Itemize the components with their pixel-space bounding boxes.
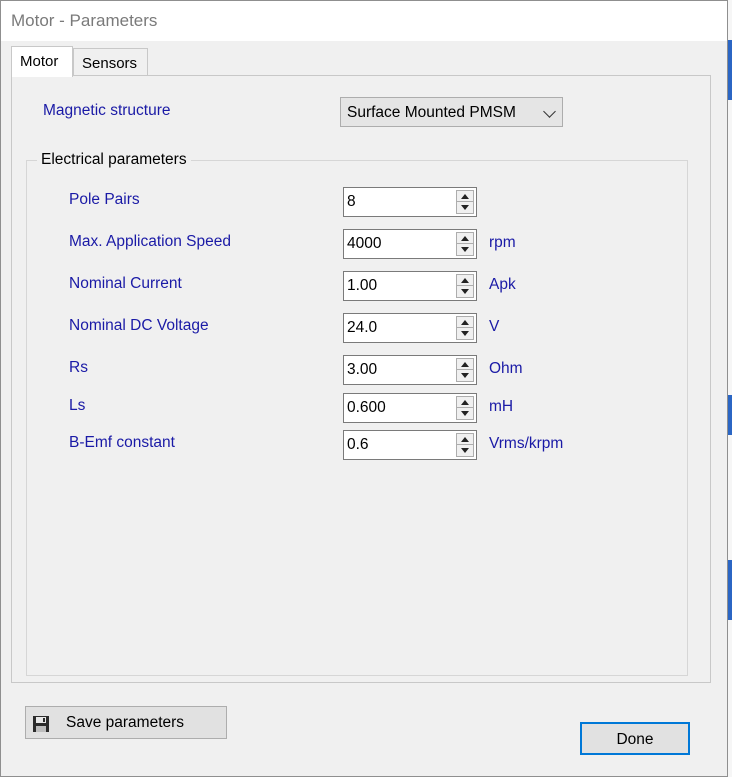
spin-up-icon[interactable] <box>457 359 473 370</box>
spinbox-value: 0.600 <box>347 399 386 416</box>
param-unit: rpm <box>489 234 516 251</box>
nominal-dc-voltage-spinbox[interactable]: 24.0 <box>343 313 477 343</box>
tab-motor-label: Motor <box>20 53 59 70</box>
save-parameters-label: Save parameters <box>66 714 185 731</box>
param-row-ls: Ls 0.600 mH <box>27 393 687 423</box>
tab-sensors-label: Sensors <box>82 55 138 72</box>
floppy-disk-icon <box>33 716 49 732</box>
background-window-strip <box>728 0 732 777</box>
param-label: Ls <box>69 397 86 414</box>
spin-down-icon[interactable] <box>457 286 473 297</box>
spin-down-icon[interactable] <box>457 328 473 339</box>
param-unit: Apk <box>489 276 516 293</box>
spin-up-icon[interactable] <box>457 191 473 202</box>
bemf-constant-spinbox[interactable]: 0.6 <box>343 430 477 460</box>
spinbox-buttons <box>456 232 474 256</box>
spin-up-icon[interactable] <box>457 317 473 328</box>
magnetic-structure-select[interactable]: Surface Mounted PMSM <box>340 97 563 127</box>
spin-up-icon[interactable] <box>457 397 473 408</box>
pole-pairs-spinbox[interactable]: 8 <box>343 187 477 217</box>
done-button[interactable]: Done <box>580 722 690 755</box>
background-window-accent <box>728 40 732 100</box>
spinbox-buttons <box>456 433 474 457</box>
window-title: Motor - Parameters <box>11 11 158 30</box>
title-bar: Motor - Parameters <box>1 1 727 41</box>
chevron-down-icon <box>543 105 556 118</box>
background-window-accent <box>728 560 732 620</box>
param-unit: Ohm <box>489 360 523 377</box>
param-row-max-speed: Max. Application Speed 4000 rpm <box>27 229 687 259</box>
param-unit: V <box>489 318 500 335</box>
param-unit: mH <box>489 398 514 415</box>
electrical-parameters-group: Electrical parameters Pole Pairs 8 Max. … <box>26 151 688 676</box>
save-parameters-button[interactable]: Save parameters <box>25 706 227 739</box>
spin-down-icon[interactable] <box>457 445 473 456</box>
max-speed-spinbox[interactable]: 4000 <box>343 229 477 259</box>
param-label: Nominal Current <box>69 275 182 292</box>
param-label: Pole Pairs <box>69 191 140 208</box>
spin-down-icon[interactable] <box>457 202 473 213</box>
param-label: Rs <box>69 359 88 376</box>
spin-up-icon[interactable] <box>457 233 473 244</box>
param-unit: Vrms/krpm <box>489 435 564 452</box>
param-row-pole-pairs: Pole Pairs 8 <box>27 187 687 217</box>
spin-down-icon[interactable] <box>457 244 473 255</box>
spinbox-value: 24.0 <box>347 319 378 336</box>
spinbox-buttons <box>456 274 474 298</box>
rs-spinbox[interactable]: 3.00 <box>343 355 477 385</box>
param-row-rs: Rs 3.00 Ohm <box>27 355 687 385</box>
spinbox-value: 3.00 <box>347 361 378 378</box>
spin-down-icon[interactable] <box>457 370 473 381</box>
motor-tab-panel: Magnetic structure Surface Mounted PMSM … <box>11 75 711 683</box>
param-label: Nominal DC Voltage <box>69 317 209 334</box>
done-label: Done <box>616 731 654 748</box>
spinbox-buttons <box>456 396 474 420</box>
tab-sensors[interactable]: Sensors <box>73 48 148 75</box>
spinbox-value: 1.00 <box>347 277 378 294</box>
nominal-current-spinbox[interactable]: 1.00 <box>343 271 477 301</box>
spinbox-value: 8 <box>347 193 356 210</box>
param-row-bemf-constant: B-Emf constant 0.6 Vrms/krpm <box>27 430 687 460</box>
spinbox-buttons <box>456 316 474 340</box>
spinbox-buttons <box>456 358 474 382</box>
param-label: B-Emf constant <box>69 434 175 451</box>
spinbox-buttons <box>456 190 474 214</box>
background-window-accent <box>728 395 732 435</box>
spinbox-value: 0.6 <box>347 436 369 453</box>
param-label: Max. Application Speed <box>69 233 231 250</box>
tab-motor[interactable]: Motor <box>11 46 73 77</box>
param-row-nominal-current: Nominal Current 1.00 Apk <box>27 271 687 301</box>
magnetic-structure-label: Magnetic structure <box>43 102 171 119</box>
motor-parameters-dialog: Motor - Parameters Motor Sensors Magneti… <box>0 0 728 777</box>
magnetic-structure-value: Surface Mounted PMSM <box>347 104 516 121</box>
ls-spinbox[interactable]: 0.600 <box>343 393 477 423</box>
spin-up-icon[interactable] <box>457 275 473 286</box>
electrical-parameters-title: Electrical parameters <box>37 151 191 169</box>
spinbox-value: 4000 <box>347 235 382 252</box>
spin-down-icon[interactable] <box>457 408 473 419</box>
param-row-nominal-dc-voltage: Nominal DC Voltage 24.0 V <box>27 313 687 343</box>
spin-up-icon[interactable] <box>457 434 473 445</box>
